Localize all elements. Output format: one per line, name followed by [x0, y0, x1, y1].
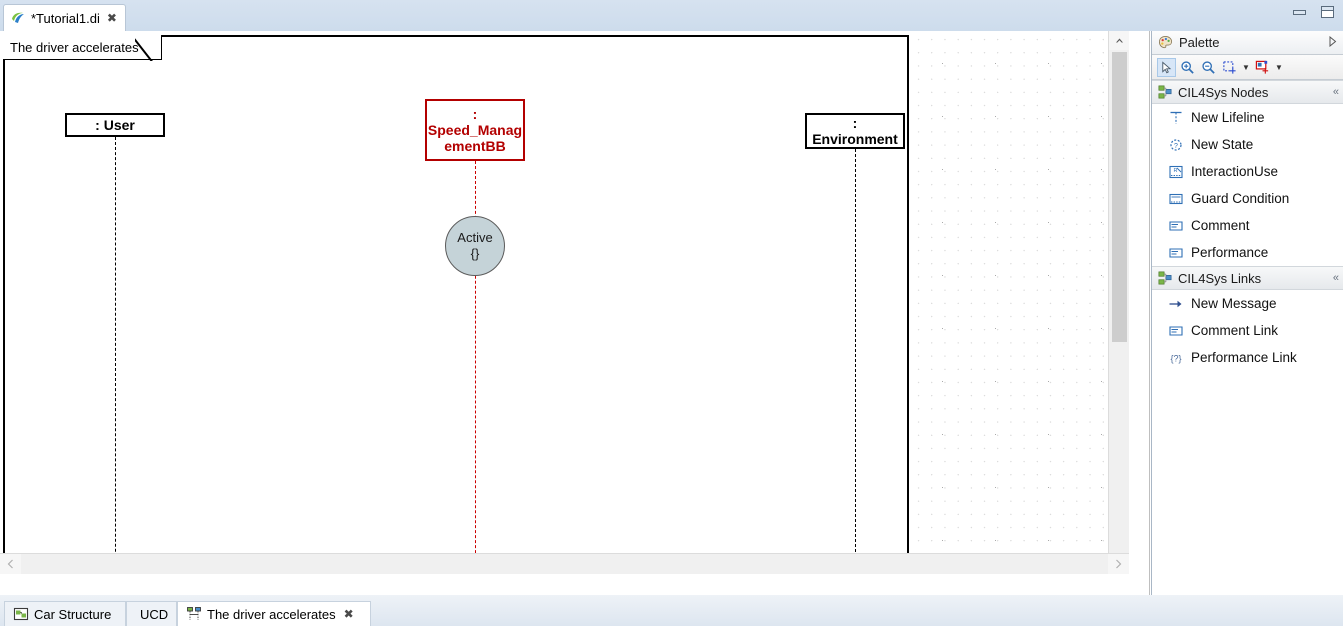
palette-item-label: InteractionUse	[1191, 164, 1279, 179]
bottom-tab-car-structure[interactable]: Car Structure	[4, 601, 126, 626]
palette-item-label: Comment	[1191, 218, 1250, 233]
interaction-use-icon: R	[1169, 165, 1183, 178]
palette-item-new-lifeline[interactable]: New Lifeline	[1152, 104, 1343, 131]
palette-toolbar: ▼ ▼	[1152, 55, 1343, 80]
scroll-up-arrow[interactable]	[1109, 31, 1129, 50]
frame-label[interactable]: The driver accelerates	[3, 34, 162, 61]
palette-item-new-state[interactable]: ? New State	[1152, 131, 1343, 158]
application-window: *Tutorial1.di ✖ The driver accelerates :…	[0, 0, 1343, 626]
lifeline-environment-colon: :	[852, 114, 858, 131]
palette-item-label: New Lifeline	[1191, 110, 1265, 125]
state-icon: ?	[1170, 138, 1182, 151]
bottom-tab-the-driver-accelerates[interactable]: The driver accelerates ✖	[177, 601, 371, 626]
comment-link-icon	[1169, 325, 1183, 336]
lifeline-user[interactable]: : User	[65, 113, 165, 574]
lifeline-speed-management-label-2: ementBB	[444, 138, 506, 155]
palette-item-performance-link[interactable]: {?} Performance Link	[1152, 344, 1343, 371]
palette-panel: Palette ▼ ▼ CIL4Sys Nodes « New Lifeline…	[1151, 31, 1343, 595]
diagram-canvas[interactable]: The driver accelerates : User : Speed_Ma…	[0, 31, 1129, 574]
palette-item-label: Guard Condition	[1191, 191, 1290, 206]
links-icon	[1158, 271, 1172, 285]
title-bar: *Tutorial1.di ✖	[0, 0, 1343, 31]
palette-section-title: CIL4Sys Links	[1178, 270, 1262, 286]
performance-icon	[1169, 247, 1183, 258]
window-controls	[1291, 5, 1335, 19]
diagram-editor: The driver accelerates : User : Speed_Ma…	[0, 31, 1150, 595]
maximize-button[interactable]	[1319, 5, 1335, 19]
lifeline-speed-management[interactable]: : Speed_Manag ementBB	[425, 99, 525, 574]
zoom-in-icon[interactable]	[1178, 58, 1197, 77]
horizontal-scrollbar[interactable]	[0, 553, 1129, 574]
palette-section-cil4sys-nodes[interactable]: CIL4Sys Nodes «	[1152, 80, 1343, 104]
lifeline-icon	[1170, 111, 1182, 124]
palette-item-label: New State	[1191, 137, 1254, 152]
sequence-diagram-icon	[187, 607, 201, 620]
palette-item-interactionuse[interactable]: R InteractionUse	[1152, 158, 1343, 185]
performance-link-icon: {?}	[1170, 353, 1181, 363]
palette-item-comment[interactable]: Comment	[1152, 212, 1343, 239]
palette-item-label: Performance Link	[1191, 350, 1297, 365]
vertical-scrollbar[interactable]	[1108, 31, 1129, 574]
scroll-right-arrow[interactable]	[1108, 553, 1129, 574]
triangle-right-icon[interactable]	[1328, 35, 1337, 50]
palette-section-cil4sys-links[interactable]: CIL4Sys Links «	[1152, 266, 1343, 290]
comment-icon	[1169, 220, 1183, 231]
bottom-tab-label: The driver accelerates	[207, 606, 336, 622]
lifeline-environment[interactable]: : Environment	[805, 113, 905, 574]
palette-item-comment-link[interactable]: Comment Link	[1152, 317, 1343, 344]
arrow-right-icon	[1169, 300, 1182, 307]
bottom-tab-bar: Car Structure UCD The driver accelerates…	[0, 595, 1343, 626]
lifeline-environment-label: Environment	[812, 131, 898, 147]
node-dropdown-icon[interactable]: ▼	[1274, 58, 1284, 77]
svg-text:{?}: {?}	[1170, 353, 1181, 363]
palette-item-label: New Message	[1191, 296, 1277, 311]
scroll-left-arrow[interactable]	[0, 553, 21, 574]
lifeline-speed-management-colon: :	[472, 105, 478, 122]
marquee-dropdown-icon[interactable]: ▼	[1241, 58, 1251, 77]
grid-background	[910, 31, 1129, 574]
bottom-tab-ucd[interactable]: UCD	[126, 601, 177, 626]
lifeline-speed-management-head[interactable]: : Speed_Manag ementBB	[425, 99, 525, 161]
state-active-label: Active	[457, 229, 493, 245]
lifeline-speed-management-label-1: Speed_Manag	[427, 121, 523, 138]
structure-diagram-icon	[13, 607, 29, 621]
arrow-cursor-icon[interactable]	[1157, 57, 1176, 77]
palette-section-title: CIL4Sys Nodes	[1178, 84, 1269, 100]
state-active[interactable]: Active {}	[445, 216, 505, 276]
bottom-tab-label: UCD	[140, 606, 169, 622]
double-chevron-icon[interactable]: «	[1333, 86, 1339, 98]
lifeline-environment-line	[855, 149, 856, 574]
lifeline-environment-head[interactable]: : Environment	[805, 113, 905, 149]
palette-item-guard-condition[interactable]: Guard Condition	[1152, 185, 1343, 212]
papyrus-icon	[12, 12, 24, 23]
palette-icon	[1158, 35, 1173, 49]
state-active-body: {}	[470, 246, 480, 261]
minimize-button[interactable]	[1291, 5, 1307, 19]
palette-item-performance[interactable]: Performance	[1152, 239, 1343, 266]
palette-item-label: Comment Link	[1191, 323, 1279, 338]
palette-item-label: Performance	[1191, 245, 1269, 260]
close-icon[interactable]: ✖	[344, 607, 354, 621]
editor-tab-label: *Tutorial1.di	[31, 10, 100, 26]
palette-header: Palette	[1152, 31, 1343, 55]
guard-condition-icon	[1169, 193, 1183, 204]
palette-title: Palette	[1179, 35, 1220, 50]
svg-text:R: R	[1174, 168, 1178, 174]
lifeline-user-label: : User	[95, 116, 135, 133]
close-icon[interactable]: ✖	[107, 12, 117, 24]
vertical-scrollbar-thumb[interactable]	[1112, 52, 1127, 342]
lifeline-user-line	[115, 137, 116, 574]
editor-tab-tutorial1[interactable]: *Tutorial1.di ✖	[3, 4, 126, 31]
lifeline-user-head[interactable]: : User	[65, 113, 165, 137]
frame-label-text: The driver accelerates	[10, 39, 139, 55]
nodes-icon	[1158, 85, 1172, 99]
zoom-out-icon[interactable]	[1199, 58, 1218, 77]
frame-label-corner	[135, 35, 161, 61]
svg-text:?: ?	[1174, 143, 1178, 150]
add-node-icon[interactable]	[1253, 58, 1272, 77]
bottom-tab-label: Car Structure	[34, 606, 112, 622]
marquee-select-icon[interactable]	[1220, 58, 1239, 77]
palette-item-new-message[interactable]: New Message	[1152, 290, 1343, 317]
double-chevron-icon[interactable]: «	[1333, 272, 1339, 284]
